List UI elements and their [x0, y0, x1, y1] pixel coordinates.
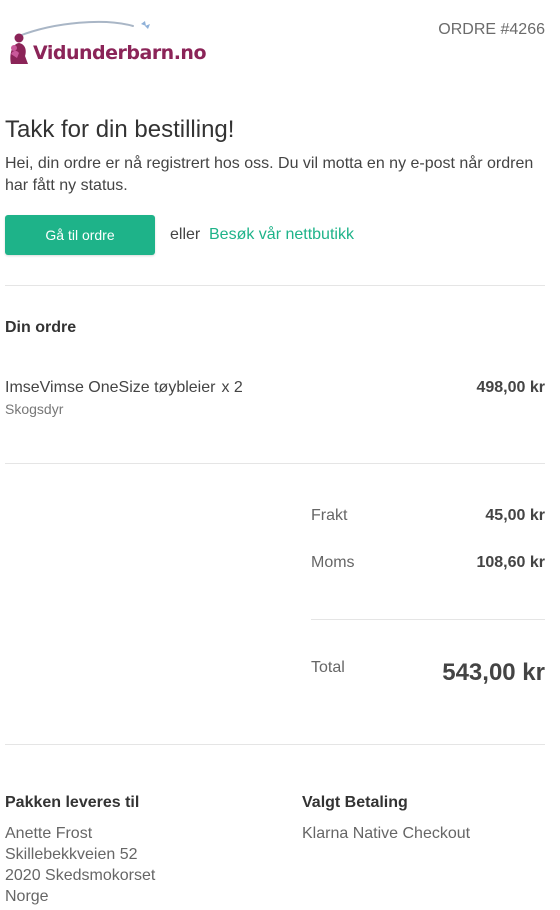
logo[interactable]: Vidunderbarn.no: [5, 20, 225, 68]
item-price: 498,00 kr: [476, 379, 545, 396]
total-value: 543,00 kr: [442, 659, 545, 686]
order-number: ORDRE #4266: [438, 21, 545, 38]
or-text: eller: [170, 226, 201, 243]
item-name: ImseVimse OneSize tøybleier: [5, 379, 216, 396]
item-name-row: ImseVimse OneSize tøybleier x 2: [5, 379, 243, 397]
go-to-order-button[interactable]: Gå til ordre: [5, 215, 155, 255]
logo-wordmark: Vidunderbarn.no: [33, 42, 207, 64]
vat-label: Moms: [311, 554, 355, 571]
divider: [5, 744, 545, 745]
intro-message: Hei, din ordre er nå registrert hos oss.…: [5, 155, 534, 194]
item-quantity: x 2: [221, 379, 243, 396]
page-title: Takk for din bestilling!: [5, 116, 235, 143]
item-variant: Skogsdyr: [5, 401, 64, 417]
header: Vidunderbarn.no ORDRE #4266: [5, 18, 545, 68]
visit-shop-link[interactable]: Besøk vår nettbutikk: [209, 226, 354, 244]
divider: [5, 285, 545, 286]
divider: [5, 463, 545, 464]
address-lines: Anette Frost Skillebekkveien 52 2020 Ske…: [5, 823, 155, 907]
vat-value: 108,60 kr: [476, 554, 545, 571]
shipping-label: Frakt: [311, 507, 348, 524]
address-name: Anette Frost: [5, 825, 93, 842]
payment-method-name: Klarna Native Checkout: [302, 825, 471, 842]
address-postal: 2020 Skedsmokorset: [5, 867, 156, 884]
address-country: Norge: [5, 888, 49, 905]
total-label: Total: [311, 659, 345, 676]
payment-title: Valgt Betaling: [302, 794, 408, 811]
divider: [311, 619, 545, 620]
shipping-value: 45,00 kr: [485, 507, 545, 524]
payment-method: Klarna Native Checkout: [302, 823, 470, 844]
shipping-address-title: Pakken leveres til: [5, 794, 140, 811]
cta-row: Gå til ordre eller Besøk vår nettbutikk: [5, 215, 545, 255]
order-section-title: Din ordre: [5, 319, 77, 336]
address-street: Skillebekkveien 52: [5, 846, 138, 863]
